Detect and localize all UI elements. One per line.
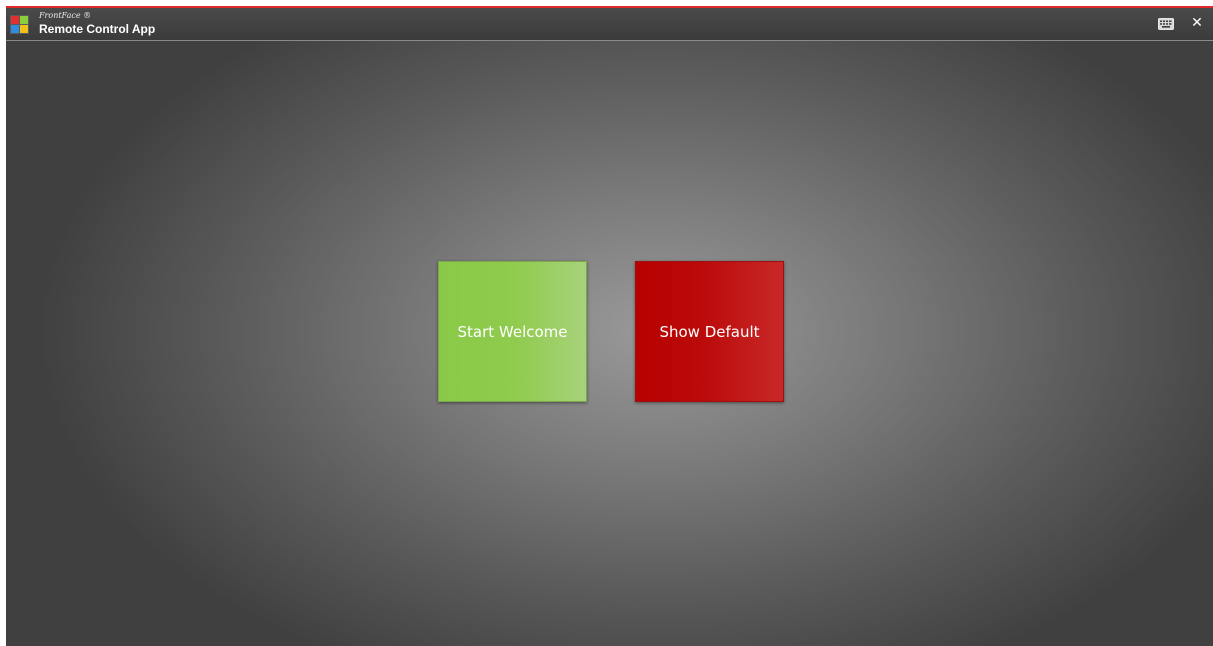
start-welcome-label: Start Welcome	[457, 322, 568, 341]
main-area: Start Welcome Show Default	[6, 41, 1213, 646]
title-bar: FrontFace ® Remote Control App ✕	[6, 8, 1213, 41]
frontface-logo-icon	[10, 15, 29, 34]
show-default-label: Show Default	[659, 322, 760, 341]
app-title: Remote Control App	[39, 22, 156, 36]
app-window: FrontFace ® Remote Control App ✕ Start W…	[6, 6, 1213, 646]
brand-label: FrontFace ®	[39, 11, 92, 20]
keyboard-icon[interactable]	[1158, 18, 1174, 30]
close-icon[interactable]: ✕	[1190, 16, 1204, 30]
show-default-button[interactable]: Show Default	[635, 261, 784, 402]
start-welcome-button[interactable]: Start Welcome	[438, 261, 587, 402]
